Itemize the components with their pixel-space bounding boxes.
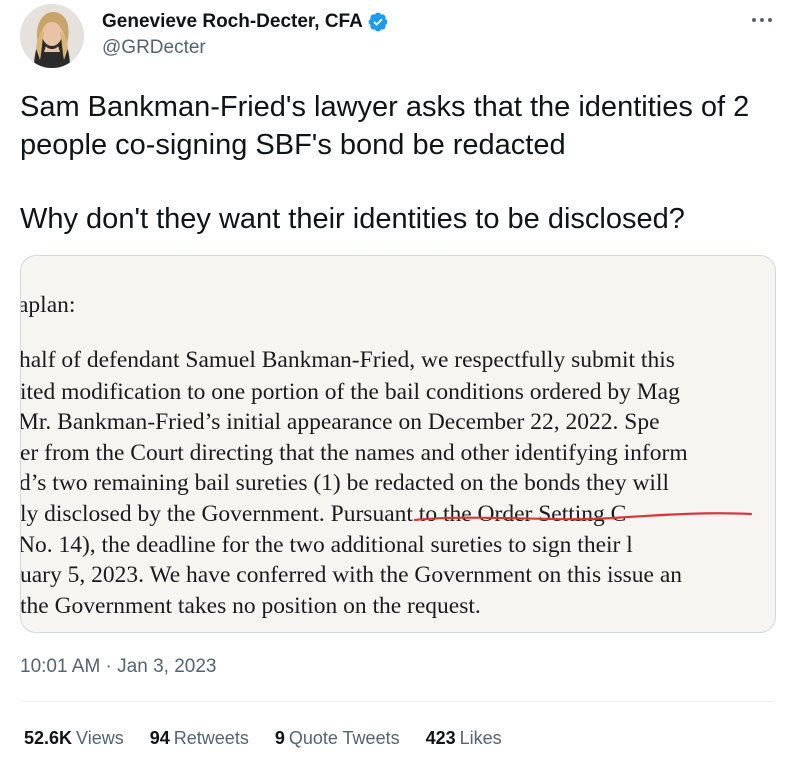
doc-line: Mr. Bankman-Fried’s initial appearance o…: [20, 409, 660, 435]
doc-line: uary 5, 2023. We have conferred with the…: [20, 562, 683, 588]
doc-line: d’s two remaining bail sureties (1) be r…: [20, 470, 670, 496]
doc-line: the Government takes no position on the …: [20, 593, 481, 619]
divider: [20, 701, 774, 702]
avatar-image: [20, 4, 84, 68]
doc-line: aplan:: [20, 292, 76, 318]
tweet-paragraph: Why don't they want their identities to …: [20, 203, 685, 235]
retweets-stat[interactable]: 94 Retweets: [150, 728, 249, 749]
court-letter-excerpt: aplan: half of defendant Samuel Bankman-…: [21, 256, 775, 632]
author-handle[interactable]: @GRDecter: [102, 37, 206, 59]
quote-tweets-stat[interactable]: 9 Quote Tweets: [275, 728, 400, 749]
tweet-timestamp[interactable]: 10:01 AM · Jan 3, 2023: [20, 656, 216, 678]
quote-tweets-label: Quote Tweets: [288, 728, 400, 748]
engagement-stats: 52.6K Views 94 Retweets 9 Quote Tweets 423 L…: [24, 728, 528, 749]
likes-count: 423: [425, 728, 456, 748]
quote-tweets-count: 9: [274, 728, 285, 748]
doc-line: No. 14), the deadline for the two additi…: [20, 532, 633, 558]
doc-line: ited modification to one portion of the …: [20, 379, 680, 405]
avatar[interactable]: [20, 4, 84, 68]
more-dots-icon[interactable]: [747, 10, 777, 30]
likes-stat[interactable]: 423 Likes: [426, 728, 502, 749]
tweet-text: Sam Bankman-Fried's lawyer asks that the…: [20, 88, 780, 238]
tweet-media-image[interactable]: aplan: half of defendant Samuel Bankman-…: [20, 255, 776, 633]
author-name-row: Genevieve Roch-Decter, CFA: [102, 10, 389, 34]
doc-line: er from the Court directing that the nam…: [20, 440, 688, 466]
retweets-count: 94: [149, 728, 170, 748]
doc-line: half of defendant Samuel Bankman-Fried, …: [20, 347, 675, 373]
views-label: Views: [76, 728, 124, 748]
doc-line: ly disclosed by the Government. Pursuant…: [20, 501, 627, 527]
likes-label: Likes: [459, 728, 502, 748]
retweets-label: Retweets: [173, 728, 249, 748]
tweet: Genevieve Roch-Decter, CFA @GRDecter Sam…: [0, 0, 794, 760]
display-name[interactable]: Genevieve Roch-Decter, CFA: [102, 11, 363, 33]
tweet-paragraph: Sam Bankman-Fried's lawyer asks that the…: [20, 91, 750, 161]
views-stat[interactable]: 52.6K Views: [24, 728, 124, 749]
verified-badge-icon: [367, 11, 389, 33]
views-count: 52.6K: [24, 728, 73, 748]
